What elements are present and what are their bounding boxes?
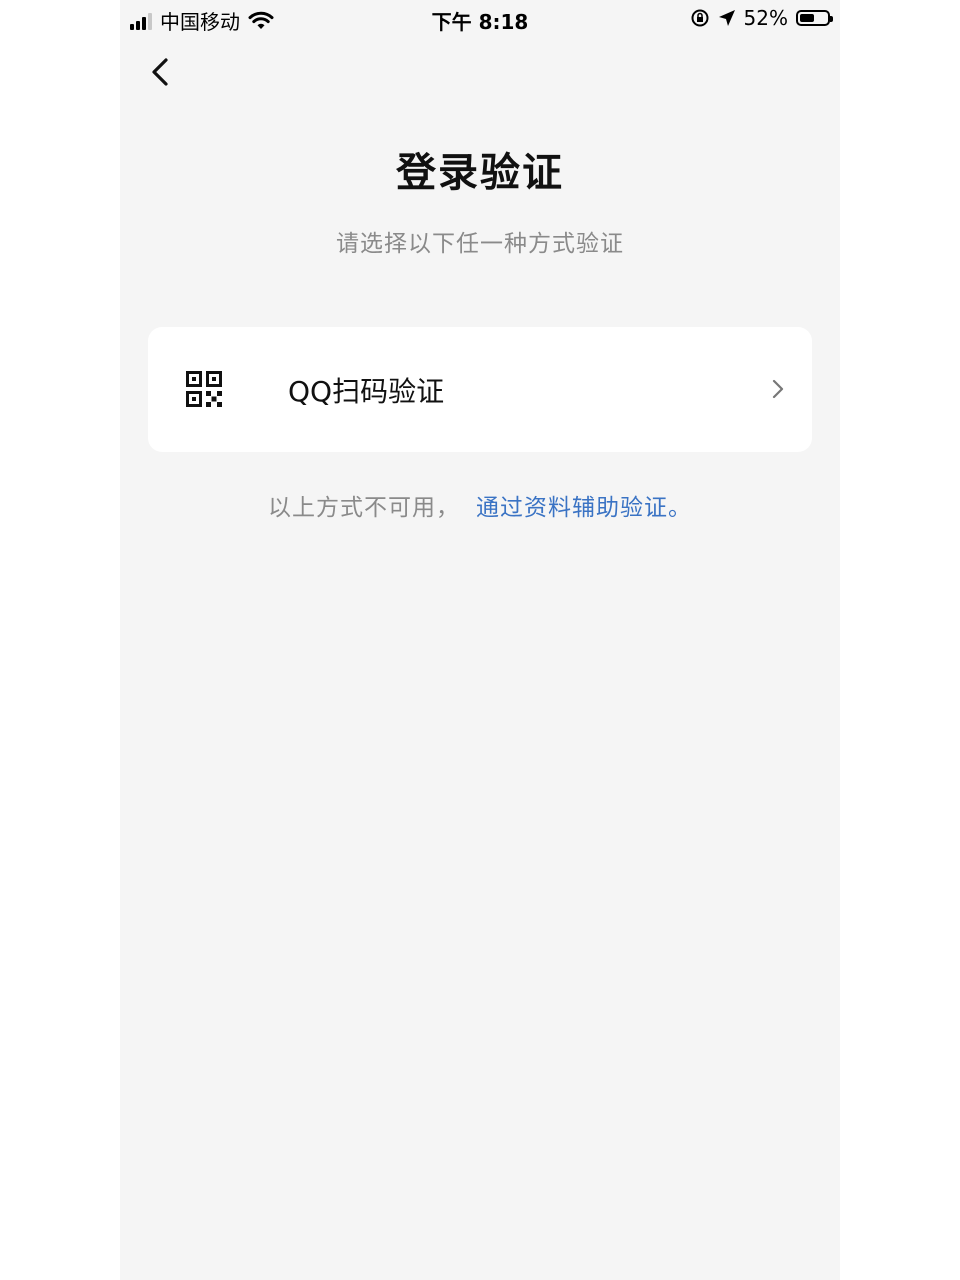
battery-percent: 52% [743,6,788,30]
qr-verify-label: QQ扫码验证 [288,375,445,408]
assisted-verify-link[interactable]: 通过资料辅助验证。 [476,495,692,521]
chevron-left-icon[interactable] [140,50,184,94]
page-subtitle: 请选择以下任一种方式验证 [336,231,624,257]
chevron-right-icon [772,379,784,399]
alternative-verify-line: 以上方式不可用， 通过资料辅助验证。 [120,488,840,522]
screen: 中国移动 下午 8:18 52% 登录验证 请选择以下任一种方式验证 QQ扫码验… [120,0,840,1280]
qr-code-icon [186,371,222,407]
status-bar: 中国移动 下午 8:18 52% [120,0,840,36]
page-title: 登录验证 [396,150,564,196]
status-bar-right: 52% [690,6,833,30]
location-arrow-icon [718,10,735,26]
orientation-lock-icon [691,9,709,27]
qr-verify-option[interactable]: QQ扫码验证 [148,327,812,452]
battery-icon [796,10,833,26]
alternative-prefix: 以上方式不可用， [268,495,460,521]
